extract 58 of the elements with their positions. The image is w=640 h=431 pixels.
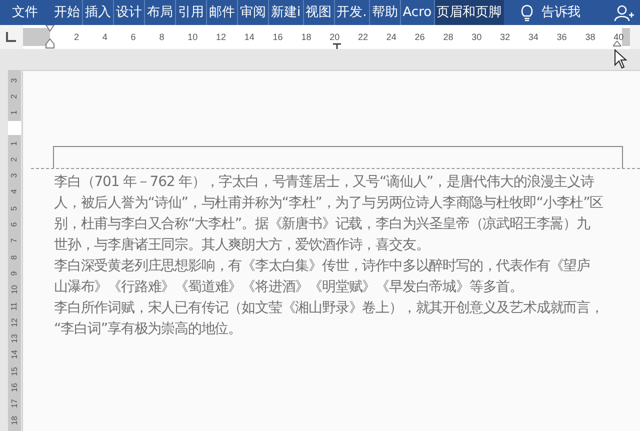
- lightbulb-icon[interactable]: [520, 4, 534, 22]
- ruler-number: 3: [10, 78, 19, 82]
- body-paragraph: 李白所作词赋，宋人已有传记（如文莹《湘山野录》卷上），就其开创意义及艺术成就而言， “李白词”享有极为崇高的地位。: [54, 299, 604, 339]
- ruler-margin-section: [622, 28, 630, 46]
- body-paragraph: 李白（701 年－762 年），字太白，号青莲居士，又号“谪仙人”，是唐代伟大的浪漫主义诗 人，被后人誉为“诗仙”，与杜甫并称为“李杜”，为了与另两位诗人李商隐与杜牧即“小李杜”区 别，杜甫与李白又合称“大李杜”。据《新唐书》记载，李白为兴圣皇帝（凉武昭王李暠）九 世孙，与李唐诸王同宗。其人爽朗大方，爱饮酒作诗，喜交友。: [54, 173, 604, 255]
- ruler-number: 24: [386, 31, 396, 43]
- ruler-number: 2: [10, 94, 19, 99]
- ruler-number: 5: [10, 206, 19, 210]
- ruler-number: 4: [10, 190, 19, 194]
- ruler-number: 9: [10, 271, 19, 276]
- ruler-number: 15: [10, 366, 19, 376]
- ruler-number: 10: [188, 31, 198, 43]
- ruler-number: 14: [244, 31, 254, 43]
- ruler-number: 7: [10, 238, 19, 244]
- indent-marker-icon[interactable]: [45, 25, 55, 49]
- ruler-number: 8: [10, 254, 19, 260]
- ruler-number: 18: [10, 416, 19, 425]
- ribbon-tab[interactable]: 文件: [10, 0, 40, 25]
- ruler-number: 4: [102, 31, 108, 43]
- ribbon-tab[interactable]: 页眉和页脚: [434, 0, 504, 25]
- ruler-number: 11: [10, 302, 19, 310]
- ruler-number: 2: [74, 31, 80, 43]
- ruler-number: 26: [414, 31, 425, 43]
- add-user-icon[interactable]: [614, 4, 634, 22]
- ruler-number: 14: [10, 350, 19, 360]
- ruler-number: 20: [330, 31, 340, 43]
- ruler-number: 38: [585, 31, 596, 43]
- ruler-number: 18: [301, 31, 312, 43]
- horizontal-ruler[interactable]: 2 4 6 8 10 12 14 16 18 20 22 24 26 28 30 32 34 36 38 40: [23, 25, 630, 49]
- ruler-margin-section: [23, 28, 50, 46]
- body-paragraph: 李白深受黄老列庄思想影响，有《李太白集》传世，诗作中多以醉时写的，代表作有《望庐 山瀑布》《行路难》《蜀道难》《将进酒》《明堂赋》《早发白帝城》等多首。: [54, 257, 592, 297]
- header-area[interactable]: [53, 146, 623, 168]
- ruler-number: 2: [10, 157, 19, 162]
- ruler-number: 40: [614, 31, 624, 43]
- ruler-number: 16: [10, 383, 19, 392]
- ruler-number: 10: [10, 285, 19, 294]
- tell-me-button[interactable]: 告诉我: [542, 2, 581, 22]
- ruler-number: 34: [528, 31, 538, 43]
- ruler-number: 8: [159, 31, 164, 43]
- ruler-number: 22: [358, 31, 368, 43]
- ruler-number: 12: [10, 318, 19, 327]
- ruler-number: 1: [10, 140, 19, 146]
- ruler-number: 3: [10, 173, 19, 178]
- ruler-number: 16: [272, 31, 283, 43]
- ruler-number: 36: [556, 31, 567, 43]
- ruler-number: 17: [10, 399, 19, 408]
- tab-marker-icon: [332, 43, 342, 49]
- ruler-number: 12: [216, 31, 226, 43]
- tab-stop-selector[interactable]: [6, 32, 16, 42]
- ruler-number: 28: [443, 31, 454, 43]
- right-indent-icon[interactable]: [613, 41, 621, 47]
- ruler-number: 32: [500, 31, 510, 43]
- ruler-number: 13: [10, 334, 19, 344]
- ruler-number: 1: [10, 110, 19, 115]
- ruler-number: 30: [472, 31, 482, 43]
- ruler-number: 6: [130, 31, 136, 43]
- ruler-number: 6: [10, 222, 19, 227]
- vertical-ruler[interactable]: 3 2 1 1 2 3 4 5 6 7 8 9 10 11 12 13 14 15 16 17 18: [8, 70, 21, 431]
